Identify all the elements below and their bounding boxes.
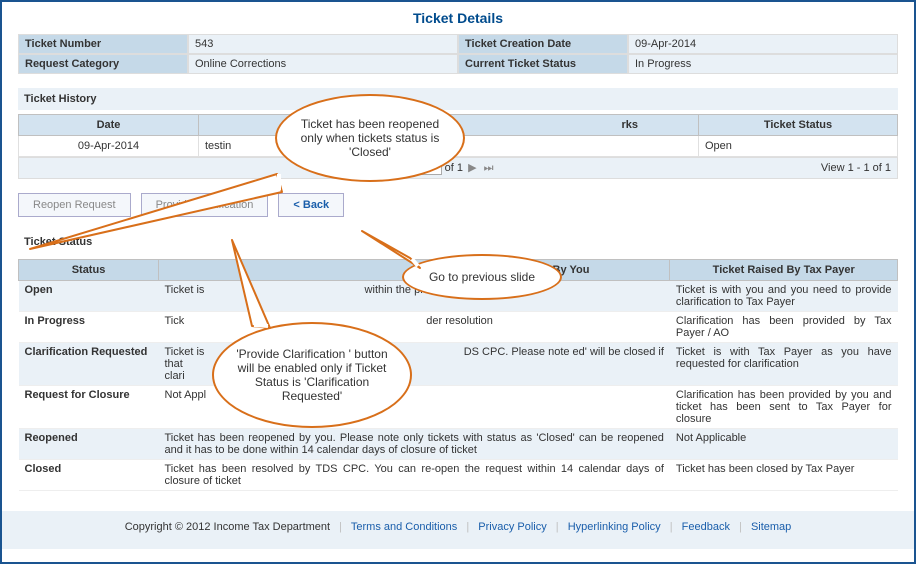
history-col-status: Ticket Status (699, 115, 898, 136)
creation-date-value: 09-Apr-2014 (628, 34, 898, 54)
status-by-tp: Ticket has been closed by Tax Payer (670, 460, 898, 491)
page-title: Ticket Details (2, 2, 914, 34)
footer-link-feedback[interactable]: Feedback (682, 521, 730, 533)
status-by-you: Ticket has been reopened by you. Please … (159, 429, 670, 460)
status-name: Closed (19, 460, 159, 491)
category-value: Online Corrections (188, 54, 458, 74)
table-row: Request for Closure Not Appl Clarificati… (19, 386, 898, 429)
status-col-by-tp: Ticket Raised By Tax Payer (670, 260, 898, 281)
current-status-label: Current Ticket Status (458, 54, 628, 74)
history-status: Open (699, 136, 898, 157)
callout-clarify: 'Provide Clarification ' button will be … (212, 322, 412, 428)
callout-reopen: Ticket has been reopened only when ticke… (275, 94, 465, 182)
status-by-tp: Clarification has been provided by you a… (670, 386, 898, 429)
callout-back: Go to previous slide (402, 254, 562, 300)
current-status-value: In Progress (628, 54, 898, 74)
table-row: Reopened Ticket has been reopened by you… (19, 429, 898, 460)
ticket-number-label: Ticket Number (18, 34, 188, 54)
category-label: Request Category (18, 54, 188, 74)
status-name: Clarification Requested (19, 343, 159, 386)
status-by-tp: Not Applicable (670, 429, 898, 460)
status-name: Request for Closure (19, 386, 159, 429)
status-by-tp: Ticket is with Tax Payer as you have req… (670, 343, 898, 386)
footer-link-sitemap[interactable]: Sitemap (751, 521, 791, 533)
footer-link-privacy[interactable]: Privacy Policy (478, 521, 546, 533)
pager-last-icon[interactable]: ⏭ (484, 162, 494, 174)
copyright: Copyright © 2012 Income Tax Department (125, 521, 330, 533)
status-by-tp: Ticket is with you and you need to provi… (670, 281, 898, 312)
ticket-number-value: 543 (188, 34, 458, 54)
status-by-tp: Clarification has been provided by Tax P… (670, 312, 898, 343)
pager-next-icon[interactable]: ▶ (468, 162, 476, 174)
creation-date-label: Ticket Creation Date (458, 34, 628, 54)
table-row: Closed Ticket has been resolved by TDS C… (19, 460, 898, 491)
pager-view-range: View 1 - 1 of 1 (821, 162, 891, 174)
footer: Copyright © 2012 Income Tax Department |… (2, 511, 914, 549)
status-name: Reopened (19, 429, 159, 460)
footer-link-hyperlinking[interactable]: Hyperlinking Policy (568, 521, 661, 533)
footer-link-terms[interactable]: Terms and Conditions (351, 521, 457, 533)
status-by-you: Ticket has been resolved by TDS CPC. You… (159, 460, 670, 491)
table-row: Clarification Requested Ticket is that c… (19, 343, 898, 386)
history-col-date: Date (19, 115, 199, 136)
